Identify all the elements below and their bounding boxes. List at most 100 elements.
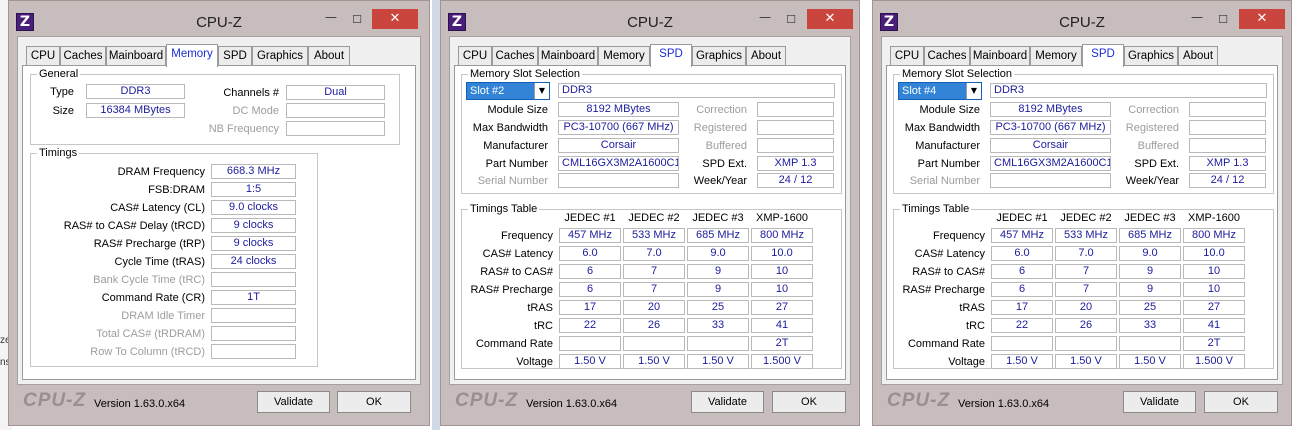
max-bandwidth-value: PC3-10700 (667 MHz) <box>558 120 679 135</box>
command-rate-value: 1T <box>211 290 296 305</box>
validate-button[interactable]: Validate <box>691 391 764 413</box>
close-button[interactable]: ✕ <box>1239 9 1285 29</box>
row-label-command-rate: Command Rate <box>475 338 553 350</box>
channels-value: Dual <box>286 85 385 100</box>
tab-graphics[interactable]: Graphics <box>1124 46 1178 66</box>
week-year-value: 24 / 12 <box>1189 173 1266 188</box>
tab-about[interactable]: About <box>1178 46 1218 66</box>
manufacturer-label: Manufacturer <box>483 140 548 152</box>
manufacturer-label: Manufacturer <box>915 140 980 152</box>
serial-number-value <box>990 173 1111 188</box>
tab-about[interactable]: About <box>308 46 350 66</box>
tab-memory[interactable]: Memory <box>598 46 650 66</box>
ras-precharge-jedec3: 9 <box>1119 282 1181 297</box>
close-button[interactable]: ✕ <box>807 9 853 29</box>
command-rate-jedec1 <box>559 336 621 351</box>
tab-graphics[interactable]: Graphics <box>692 46 746 66</box>
row-label-ras-to-cas: RAS# to CAS# <box>912 266 985 278</box>
voltage-jedec2: 1.50 V <box>623 354 685 369</box>
command-rate-jedec2 <box>623 336 685 351</box>
size-label: Size <box>52 105 74 117</box>
ras-to-cas-value: 9 clocks <box>211 218 296 233</box>
dc-mode-value <box>286 103 385 118</box>
row-label-tras: tRAS <box>959 302 985 314</box>
tab-mainboard[interactable]: Mainboard <box>106 46 166 66</box>
row-label-command-rate: Command Rate <box>907 338 985 350</box>
row-label-tras: tRAS <box>527 302 553 314</box>
validate-button[interactable]: Validate <box>1123 391 1196 413</box>
ok-button[interactable]: OK <box>772 391 846 413</box>
validate-button[interactable]: Validate <box>257 391 330 413</box>
part-number-value: CML16GX3M2A1600C10 <box>990 156 1111 171</box>
memory-slot-group: Memory Slot Selection Slot #2 ▼ DDR3 Mod… <box>461 68 842 194</box>
trc-jedec2: 26 <box>623 318 685 333</box>
timings-table-group: Timings Table JEDEC #1 JEDEC #2 JEDEC #3… <box>461 203 842 369</box>
max-bandwidth-label: Max Bandwidth <box>472 122 548 134</box>
buffered-value <box>757 138 834 153</box>
client-area: CPU Caches Mainboard Memory SPD Graphics… <box>17 36 421 385</box>
ok-button[interactable]: OK <box>1204 391 1278 413</box>
tab-spd[interactable]: SPD <box>1082 44 1124 67</box>
maximize-button[interactable]: ☐ <box>781 12 801 28</box>
tab-caches[interactable]: Caches <box>60 46 106 66</box>
correction-value <box>1189 102 1266 117</box>
tab-cpu[interactable]: CPU <box>458 46 492 66</box>
chevron-down-icon[interactable]: ▼ <box>966 83 981 99</box>
minimize-button[interactable]: — <box>321 11 341 28</box>
cas-latency-jedec1: 6.0 <box>559 246 621 261</box>
tras-xmp: 27 <box>751 300 813 315</box>
type-label: Type <box>50 86 74 98</box>
correction-label: Correction <box>1128 104 1179 116</box>
registered-value <box>757 120 834 135</box>
ras-precharge-jedec2: 7 <box>1055 282 1117 297</box>
timings-group: Timings DRAM Frequency 668.3 MHz FSB:DRA… <box>30 147 318 367</box>
cpuz-window-spd-slot2: Z CPU-Z — ☐ ✕ CPU Caches Mainboard Memor… <box>440 0 860 426</box>
version-text: Version 1.63.0.x64 <box>958 398 1050 410</box>
registered-label: Registered <box>1125 122 1179 134</box>
client-area: CPU Caches Mainboard Memory SPD Graphics… <box>881 36 1283 385</box>
desktop-gap-1 <box>432 0 440 430</box>
tab-cpu[interactable]: CPU <box>890 46 924 66</box>
week-year-value: 24 / 12 <box>757 173 834 188</box>
slot-select[interactable]: Slot #2 ▼ <box>466 82 550 100</box>
tab-caches[interactable]: Caches <box>492 46 538 66</box>
ok-button[interactable]: OK <box>337 391 411 413</box>
row-label-trc: tRC <box>534 320 553 332</box>
tab-graphics[interactable]: Graphics <box>252 46 308 66</box>
voltage-jedec3: 1.50 V <box>1119 354 1181 369</box>
week-year-label: Week/Year <box>1125 175 1179 187</box>
minimize-button[interactable]: — <box>1187 11 1207 28</box>
tab-spd[interactable]: SPD <box>650 44 692 67</box>
tab-mainboard[interactable]: Mainboard <box>970 46 1030 66</box>
slot-select[interactable]: Slot #4 ▼ <box>898 82 982 100</box>
trc-jedec2: 26 <box>1055 318 1117 333</box>
command-rate-jedec3 <box>687 336 749 351</box>
spd-panel: Memory Slot Selection Slot #4 ▼ DDR3 Mod… <box>886 65 1278 380</box>
voltage-jedec2: 1.50 V <box>1055 354 1117 369</box>
row-label-ras-precharge: RAS# Precharge <box>470 284 553 296</box>
frequency-xmp: 800 MHz <box>1183 228 1245 243</box>
fsb-dram-label: FSB:DRAM <box>148 184 205 196</box>
tab-caches[interactable]: Caches <box>924 46 970 66</box>
minimize-button[interactable]: — <box>755 11 775 28</box>
frequency-jedec2: 533 MHz <box>623 228 685 243</box>
memory-slot-group: Memory Slot Selection Slot #4 ▼ DDR3 Mod… <box>893 68 1274 194</box>
frequency-jedec1: 457 MHz <box>559 228 621 243</box>
command-rate-jedec2 <box>1055 336 1117 351</box>
nb-frequency-label: NB Frequency <box>208 123 279 135</box>
tab-mainboard[interactable]: Mainboard <box>538 46 598 66</box>
tab-about[interactable]: About <box>746 46 786 66</box>
maximize-button[interactable]: ☐ <box>1213 12 1233 28</box>
tab-cpu[interactable]: CPU <box>26 46 60 66</box>
tab-memory[interactable]: Memory <box>166 44 218 67</box>
frequency-jedec3: 685 MHz <box>1119 228 1181 243</box>
chevron-down-icon[interactable]: ▼ <box>534 83 549 99</box>
memory-slot-group-label: Memory Slot Selection <box>468 68 583 80</box>
manufacturer-value: Corsair <box>558 138 679 153</box>
tab-spd[interactable]: SPD <box>218 46 252 66</box>
voltage-jedec1: 1.50 V <box>559 354 621 369</box>
tab-memory[interactable]: Memory <box>1030 46 1082 66</box>
maximize-button[interactable]: ☐ <box>347 12 367 28</box>
cas-latency-jedec1: 6.0 <box>991 246 1053 261</box>
close-button[interactable]: ✕ <box>372 9 418 29</box>
